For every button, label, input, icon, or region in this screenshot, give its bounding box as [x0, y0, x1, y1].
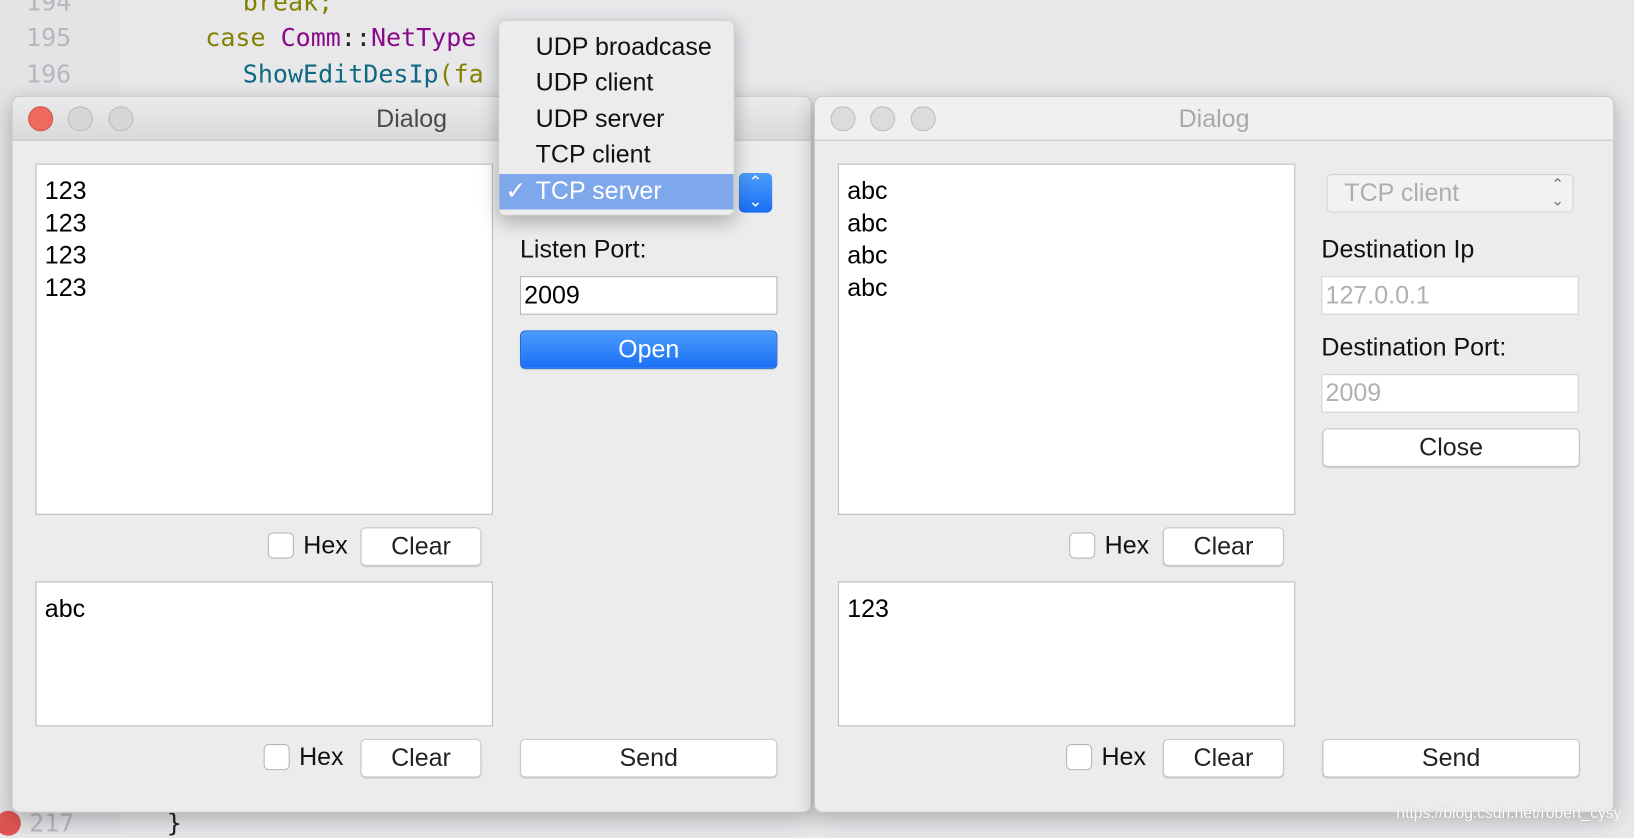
code-line: }	[166, 808, 182, 838]
line-number: 196	[26, 59, 72, 89]
code-type: NetType	[370, 22, 477, 53]
receive-line: abc	[847, 177, 888, 206]
send-hex-checkbox[interactable]	[1066, 744, 1093, 771]
receive-textbox[interactable]: 123 123 123 123	[35, 163, 493, 515]
receive-textbox[interactable]: abc abc abc abc	[837, 163, 1296, 515]
receive-line: 123	[44, 177, 87, 206]
receive-line: 123	[44, 209, 87, 238]
destination-port-input[interactable]: 2009	[1321, 374, 1579, 413]
menu-item-tcp-client[interactable]: TCP client	[499, 138, 733, 173]
menu-item-udp-client[interactable]: UDP client	[499, 66, 733, 101]
title-bar: Dialog	[814, 96, 1614, 141]
line-number: 194	[26, 0, 72, 17]
listen-port-label: Listen Port:	[520, 235, 647, 264]
send-text: 123	[847, 595, 889, 624]
window-title: Dialog	[1178, 105, 1250, 134]
receive-line: 123	[44, 241, 87, 270]
menu-item-udp-broadcase[interactable]: UDP broadcase	[499, 30, 733, 65]
send-button[interactable]: Send	[520, 738, 778, 778]
watermark: https://blog.csdn.net/robert_cysy	[1396, 804, 1622, 823]
right-dialog-window: Dialog abc abc abc abc Hex Clear 123 Hex…	[813, 95, 1615, 813]
combo-stepper-icon[interactable]: ⌃ ⌄	[738, 172, 773, 213]
receive-hex-checkbox[interactable]	[267, 532, 294, 559]
code-line: break;	[242, 0, 334, 17]
hex-label: Hex	[1101, 743, 1146, 772]
hex-label: Hex	[303, 531, 348, 560]
menu-item-label: TCP server	[535, 177, 662, 206]
mode-dropdown-menu: UDP broadcase UDP client UDP server TCP …	[498, 19, 735, 216]
mode-value: TCP client	[1344, 179, 1460, 208]
menu-item-tcp-server[interactable]: ✓ TCP server	[499, 174, 734, 210]
code-rest: (fa	[438, 59, 484, 89]
code-function: ShowEditDesIp	[242, 59, 439, 89]
send-button[interactable]: Send	[1322, 738, 1580, 778]
send-clear-button[interactable]: Clear	[360, 738, 482, 778]
open-button[interactable]: Open	[520, 330, 778, 369]
receive-line: abc	[847, 209, 888, 238]
hex-label: Hex	[1104, 531, 1150, 560]
receive-clear-button[interactable]: Clear	[1162, 527, 1284, 566]
menu-item-udp-server[interactable]: UDP server	[499, 102, 733, 137]
checkmark-icon: ✓	[505, 177, 527, 206]
code-line: case Comm::NetType	[205, 23, 476, 52]
receive-hex-checkbox[interactable]	[1069, 532, 1096, 559]
chevron-updown-icon: ⌃ ⌄	[1551, 176, 1565, 210]
receive-clear-button[interactable]: Clear	[360, 527, 482, 566]
receive-line: abc	[847, 241, 888, 270]
listen-port-input[interactable]: 2009	[520, 276, 778, 315]
close-button[interactable]: Close	[1322, 428, 1580, 467]
destination-ip-input[interactable]: 127.0.0.1	[1321, 276, 1579, 315]
send-clear-button[interactable]: Clear	[1162, 738, 1284, 778]
receive-line: 123	[44, 274, 87, 303]
destination-port-label: Destination Port:	[1321, 333, 1507, 362]
line-number: 217	[29, 808, 75, 838]
send-hex-checkbox[interactable]	[263, 744, 290, 771]
code-sep: ::	[340, 22, 371, 53]
destination-ip-label: Destination Ip	[1321, 235, 1475, 264]
receive-line: abc	[847, 274, 888, 303]
send-text: abc	[44, 595, 86, 624]
code-type: Comm	[280, 22, 341, 53]
mode-combo[interactable]: TCP client ⌃ ⌄	[1326, 174, 1574, 213]
line-number: 195	[26, 22, 72, 53]
send-textbox[interactable]: abc	[35, 581, 493, 727]
code-keyword: case	[205, 22, 266, 53]
code-line: ShowEditDesIp(fa	[243, 59, 484, 88]
hex-label: Hex	[299, 743, 344, 772]
send-textbox[interactable]: 123	[837, 581, 1296, 727]
